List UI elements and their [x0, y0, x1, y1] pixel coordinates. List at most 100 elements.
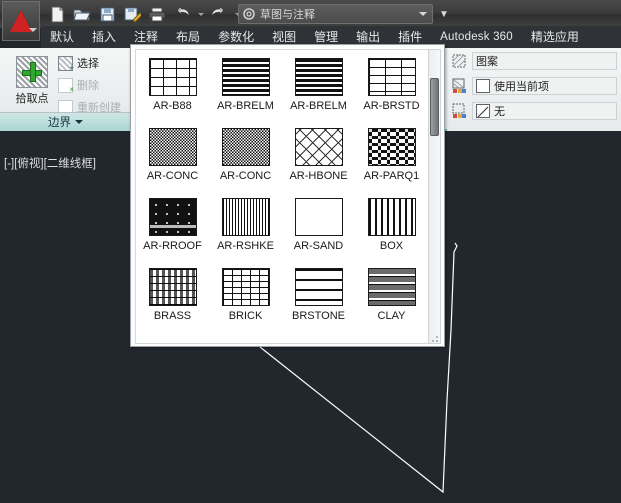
hatch-pattern-name: BOX — [380, 240, 403, 252]
remove-boundary-button[interactable]: × 删除 — [56, 74, 128, 96]
hatch-pattern-swatch-icon — [149, 58, 197, 96]
hatch-pattern-swatch-icon — [368, 268, 416, 306]
pick-points-icon — [16, 56, 48, 88]
workspace-value: 草图与注释 — [260, 6, 419, 22]
hatch-background-row[interactable]: 无 — [447, 98, 621, 123]
hatch-pattern-item[interactable]: CLAY — [355, 260, 428, 330]
hatch-pattern-swatch-icon — [222, 58, 270, 96]
save-as-icon[interactable] — [121, 3, 143, 25]
hatch-pattern-name: AR-CONC — [147, 170, 198, 182]
boundary-panel-title-label: 边界 — [48, 114, 71, 130]
hatch-pattern-name: BRICK — [229, 310, 263, 322]
tab-featured-apps[interactable]: 精选应用 — [522, 26, 588, 48]
redo-icon[interactable] — [208, 3, 230, 25]
chevron-down-icon[interactable] — [419, 12, 427, 16]
hatch-pattern-name: AR-BRELM — [217, 100, 274, 112]
remove-boundary-icon: × — [58, 78, 73, 93]
boundary-panel-title[interactable]: 边界 — [0, 112, 131, 131]
hatch-pattern-swatch-icon — [222, 128, 270, 166]
boundary-commands: + 选择 × 删除 重新创建 — [56, 52, 128, 118]
hatch-pattern-palette[interactable]: AR-B88 AR-BRELM AR-BRELM AR-BRSTD AR-CONC AR-… — [130, 44, 445, 347]
hatch-pattern-name: CLAY — [378, 310, 406, 322]
select-objects-icon: + — [58, 56, 73, 71]
undo-icon[interactable] — [171, 3, 193, 25]
hatch-pattern-value: 图案 — [476, 53, 498, 69]
hatch-pattern-swatch-icon — [222, 198, 270, 236]
hatch-background-icon — [451, 103, 467, 119]
chevron-down-icon[interactable] — [75, 120, 83, 124]
hatch-pattern-name: AR-RROOF — [143, 240, 202, 252]
quick-access-toolbar: 草图与注释 ▼ — [0, 0, 621, 28]
hatch-pattern-name: AR-SAND — [294, 240, 344, 252]
hatch-pattern-name: AR-B88 — [153, 100, 192, 112]
chevron-down-icon — [29, 28, 37, 32]
application-menu-button[interactable] — [2, 1, 40, 41]
hatch-pattern-swatch-icon — [295, 268, 343, 306]
new-file-icon[interactable] — [46, 3, 68, 25]
hatch-pattern-item[interactable]: AR-CONC — [209, 120, 282, 190]
hatch-pattern-item[interactable]: AR-BRSTD — [355, 50, 428, 120]
hatch-color-row[interactable]: 使用当前项 — [447, 73, 621, 98]
hatch-color-swatch — [476, 79, 490, 93]
select-boundary-button[interactable]: + 选择 — [56, 52, 128, 74]
hatch-pattern-name: BRASS — [154, 310, 191, 322]
hatch-pattern-item[interactable]: AR-HBONE — [282, 120, 355, 190]
hatch-background-swatch — [476, 104, 490, 118]
palette-resize-grip[interactable] — [431, 333, 441, 343]
save-icon[interactable] — [96, 3, 118, 25]
hatch-pattern-list: AR-B88 AR-BRELM AR-BRELM AR-BRSTD AR-CONC AR-… — [135, 49, 429, 344]
tab-default[interactable]: 默认 — [41, 26, 83, 48]
hatch-pattern-item[interactable]: BRSTONE — [282, 260, 355, 330]
hatch-pattern-name: AR-HBONE — [289, 170, 347, 182]
tab-insert[interactable]: 插入 — [83, 26, 125, 48]
quick-access-icon-group — [46, 3, 242, 25]
hatch-pattern-field[interactable]: 图案 — [472, 52, 617, 70]
quick-access-overflow-button[interactable]: ▼ — [436, 4, 452, 24]
palette-scrollbar-thumb[interactable] — [430, 78, 439, 136]
undo-dropdown-icon[interactable] — [196, 3, 205, 25]
pick-points-label: 拾取点 — [8, 90, 56, 106]
hatch-pattern-name: AR-PARQ1 — [364, 170, 419, 182]
hatch-pattern-item[interactable]: AR-B88 — [136, 50, 209, 120]
open-file-icon[interactable] — [71, 3, 93, 25]
hatch-pattern-swatch-icon — [149, 128, 197, 166]
hatch-pattern-item[interactable]: AR-BRELM — [209, 50, 282, 120]
hatch-pattern-row[interactable]: 图案 — [447, 48, 621, 73]
hatch-pattern-item[interactable]: AR-PARQ1 — [355, 120, 428, 190]
select-boundary-label: 选择 — [77, 55, 99, 71]
plot-icon[interactable] — [146, 3, 168, 25]
boundary-panel: 拾取点 + 选择 × 删除 重新创建 边界 — [0, 48, 131, 131]
hatch-pattern-swatch-icon — [222, 268, 270, 306]
hatch-background-value: 无 — [494, 103, 505, 119]
hatch-pattern-name: AR-CONC — [220, 170, 271, 182]
hatch-pattern-icon — [451, 53, 467, 69]
workspace-switcher[interactable]: 草图与注释 — [238, 4, 433, 24]
hatch-pattern-swatch-icon — [295, 128, 343, 166]
hatch-pattern-item[interactable]: AR-BRELM — [282, 50, 355, 120]
hatch-color-value: 使用当前项 — [494, 78, 549, 94]
hatch-pattern-name: AR-BRSTD — [363, 100, 419, 112]
hatch-color-field[interactable]: 使用当前项 — [472, 77, 617, 95]
hatch-pattern-swatch-icon — [368, 198, 416, 236]
hatch-pattern-item[interactable]: AR-SAND — [282, 190, 355, 260]
hatch-pattern-swatch-icon — [295, 198, 343, 236]
hatch-pattern-swatch-icon — [295, 58, 343, 96]
hatch-color-icon — [451, 78, 467, 94]
hatch-pattern-item[interactable]: AR-RSHKE — [209, 190, 282, 260]
hatch-background-field[interactable]: 无 — [472, 102, 617, 120]
palette-scrollbar[interactable] — [428, 49, 441, 344]
hatch-pattern-swatch-icon — [149, 198, 197, 236]
hatch-pattern-swatch-icon — [149, 268, 197, 306]
properties-panel: 图案 使用当前项 — [447, 48, 621, 131]
viewport-label[interactable]: [-][俯视][二维线框] — [4, 155, 96, 171]
hatch-pattern-item[interactable]: BOX — [355, 190, 428, 260]
hatch-pattern-item[interactable]: BRASS — [136, 260, 209, 330]
hatch-pattern-item[interactable]: BRICK — [209, 260, 282, 330]
autocad-window: 草图与注释 ▼ 默认 插入 注释 布局 参数化 视图 管理 输出 插件 Auto… — [0, 0, 621, 503]
hatch-pattern-name: AR-BRELM — [290, 100, 347, 112]
hatch-pattern-name: BRSTONE — [292, 310, 345, 322]
hatch-pattern-swatch-icon — [368, 128, 416, 166]
pick-points-button[interactable]: 拾取点 — [8, 56, 56, 106]
hatch-pattern-item[interactable]: AR-RROOF — [136, 190, 209, 260]
hatch-pattern-item[interactable]: AR-CONC — [136, 120, 209, 190]
